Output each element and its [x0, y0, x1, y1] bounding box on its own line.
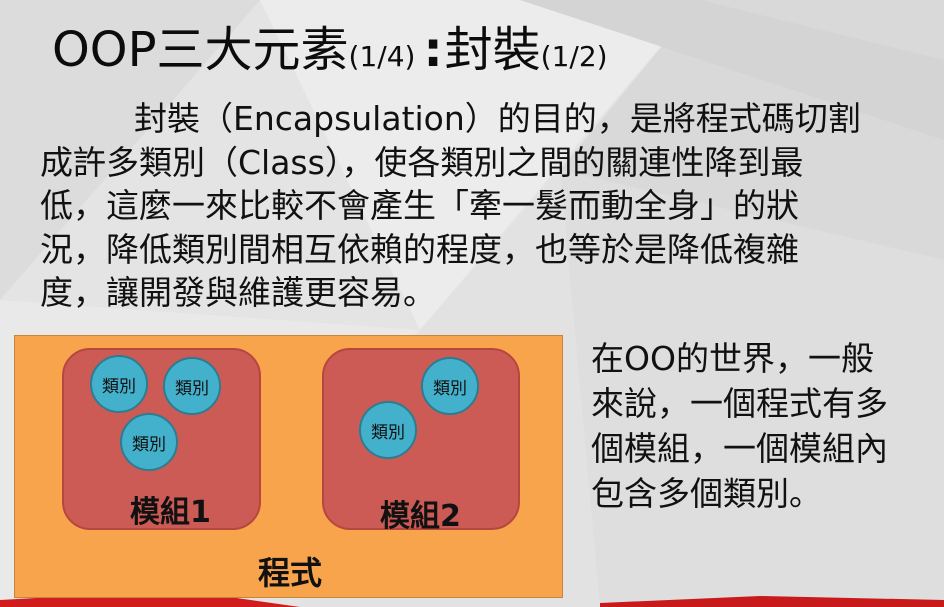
body-line: 成許多類別（Class），使各類別之間的關連性降到最 — [40, 142, 804, 182]
class-circle: 類別 — [421, 357, 479, 415]
title-part-indicator: (1/4) — [348, 40, 416, 73]
title-main-text: OOP三大元素 — [52, 22, 349, 78]
side-note-line: 包含多個類別。 — [591, 474, 822, 513]
side-note-line: 個模組，一個模組內 — [591, 429, 888, 468]
class-circle: 類別 — [120, 413, 178, 471]
module-2-label: 模組2 — [380, 499, 461, 534]
title-topic-text: 封裝 — [444, 22, 541, 78]
side-note-line: 來說，一個程式有多 — [591, 384, 888, 423]
program-label: 程式 — [258, 554, 323, 592]
slide-title: OOP三大元素(1/4):封裝(1/2) — [52, 10, 608, 80]
body-line: 低，這麼一來比較不會產生「牽一髮而動全身」的狀 — [40, 186, 799, 225]
class-circle: 類別 — [359, 401, 417, 459]
title-colon: : — [423, 22, 443, 78]
side-note-line: 在OO的世界，一般 — [591, 339, 874, 378]
title-subpart-indicator: (1/2) — [540, 40, 608, 73]
body-line: 況，降低類別間相互依賴的程度，也等於是降低複雜 — [40, 229, 799, 269]
body-paragraph: 封裝（Encapsulation）的目的，是將程式碼切割 成許多類別（Class… — [40, 97, 930, 315]
module-1-label: 模組1 — [130, 495, 211, 530]
class-circle: 類別 — [163, 357, 221, 415]
class-circle: 類別 — [90, 355, 148, 413]
body-line: 度，讓開發與維護更容易。 — [40, 273, 436, 312]
body-line: 封裝（Encapsulation）的目的，是將程式碼切割 — [134, 99, 861, 138]
side-note: 在OO的世界，一般 來說，一個程式有多 個模組，一個模組內 包含多個類別。 — [591, 336, 936, 516]
